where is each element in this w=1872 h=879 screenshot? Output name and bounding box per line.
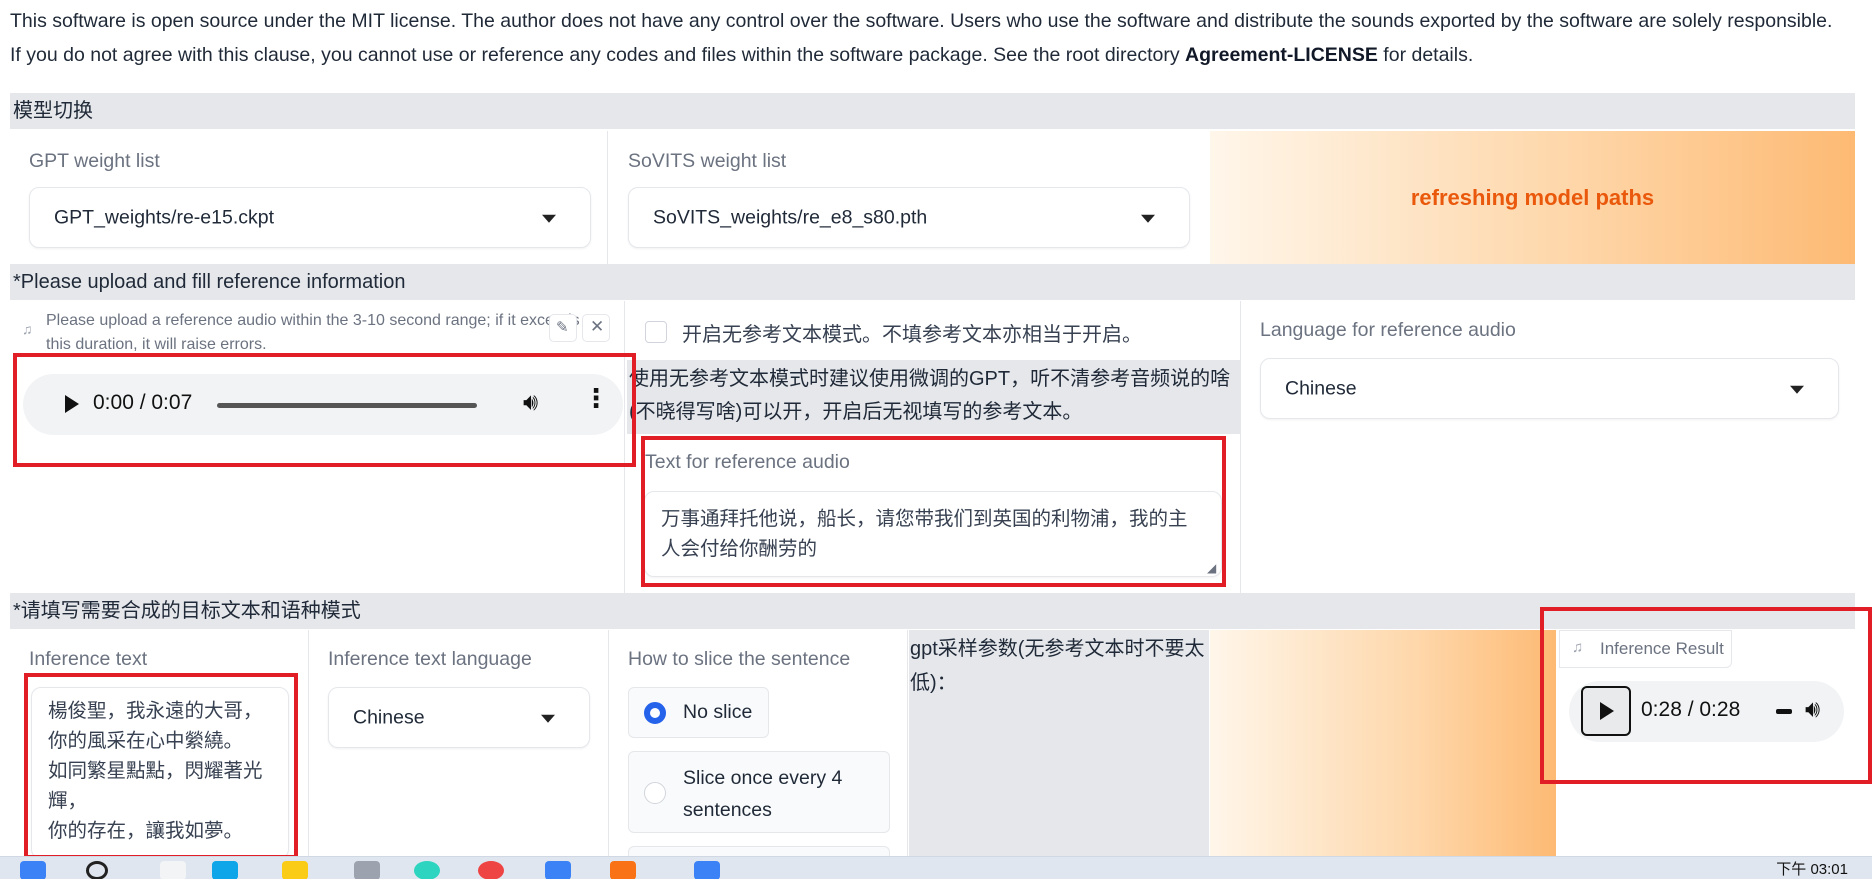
play-icon (1600, 702, 1614, 720)
reference-audio-time: 0:00 / 0:07 (93, 391, 193, 414)
inference-result-seekbar[interactable] (1776, 709, 1792, 714)
inference-lang-dropdown[interactable]: Chinese (328, 687, 590, 748)
mail-icon[interactable] (545, 861, 571, 879)
chat-icon[interactable] (414, 861, 440, 879)
windows-start-icon[interactable] (20, 861, 46, 879)
reference-section-title: *Please upload and fill reference inform… (13, 271, 406, 293)
inference-result-panel: ♫ Inference Result 0:28 / 0:28 🔊︎ (1557, 630, 1855, 856)
reference-section-header: *Please upload and fill reference inform… (10, 264, 1855, 300)
license-file-name: Agreement-LICENSE (1185, 44, 1378, 66)
pencil-icon: ✎ (556, 319, 569, 336)
license-notice: This software is open source under the M… (10, 4, 1860, 72)
radio-unselected[interactable] (644, 782, 666, 804)
vscode-icon[interactable] (694, 861, 720, 879)
target-section-header: *请填写需要合成的目标文本和语种模式 (10, 593, 1855, 629)
inference-text-panel: Inference text 楊俊聖，我永遠的大哥， 你的風采在心中縈繞。 如同… (10, 630, 309, 859)
edge-icon[interactable] (212, 861, 238, 879)
folder-icon[interactable] (282, 861, 308, 879)
inference-result-tag: ♫ Inference Result (1559, 630, 1732, 668)
reference-audio-seekbar[interactable] (217, 403, 477, 408)
ref-lang-dropdown[interactable]: Chinese (1260, 358, 1839, 419)
more-options-icon[interactable]: ⋮ (583, 385, 609, 411)
ref-text-input[interactable]: 万事通拜托他说，船长，请您带我们到英国的利物浦，我的主人会付给你酬劳的 (644, 491, 1222, 577)
search-icon[interactable] (86, 861, 108, 879)
office-icon[interactable] (610, 861, 636, 879)
reference-audio-player[interactable]: 0:00 / 0:07 🔊︎ ⋮ (23, 374, 623, 435)
sovits-weight-dropdown[interactable]: SoVITS_weights/re_e8_s80.pth (628, 187, 1190, 248)
radio-selected[interactable] (644, 702, 666, 724)
chevron-down-icon (541, 714, 555, 723)
refresh-model-paths-button[interactable]: refreshing model paths (1210, 131, 1855, 264)
slice-option-label: Slice once every 4 sentences (683, 767, 843, 821)
ref-text-label: Text for reference audio (645, 451, 850, 473)
chevron-down-icon (1790, 385, 1804, 394)
inference-lang-label: Inference text language (328, 648, 532, 670)
play-button[interactable] (1581, 686, 1631, 736)
reference-audio-panel: ♫ Please upload a reference audio within… (10, 301, 625, 593)
no-ref-panel: 开启无参考文本模式。不填参考文本亦相当于开启。 使用无参考文本模式时建议使用微调… (627, 301, 1241, 593)
volume-icon[interactable]: 🔊︎ (1805, 696, 1820, 724)
no-ref-checkbox-label: 开启无参考文本模式。不填参考文本亦相当于开启。 (682, 324, 1142, 346)
ref-lang-panel: Language for reference audio Chinese (1242, 301, 1855, 593)
slice-option-every-4[interactable]: Slice once every 4 sentences (628, 751, 890, 833)
inference-result-player[interactable]: 0:28 / 0:28 🔊︎ (1569, 681, 1844, 742)
volume-icon[interactable]: 🔊︎ (523, 389, 538, 417)
ref-lang-value: Chinese (1285, 377, 1357, 399)
slice-label: How to slice the sentence (628, 648, 851, 670)
no-ref-note: 使用无参考文本模式时建议使用微调的GPT，听不清参考音频说的啥(不晓得写啥)可以… (627, 360, 1241, 434)
gpt-weight-value: GPT_weights/re-e15.ckpt (54, 206, 275, 228)
inference-result-time: 0:28 / 0:28 (1641, 698, 1741, 721)
close-icon: ✕ (590, 317, 605, 336)
chevron-down-icon (1141, 214, 1155, 223)
edit-audio-button[interactable]: ✎ (549, 314, 577, 342)
gpt-weight-panel: GPT weight list GPT_weights/re-e15.ckpt (10, 131, 608, 264)
gpt-weight-dropdown[interactable]: GPT_weights/re-e15.ckpt (29, 187, 591, 248)
inference-text-label: Inference text (29, 648, 148, 670)
inference-button[interactable] (1210, 630, 1556, 856)
taskbar: 下午 03:01 (0, 856, 1872, 879)
inference-lang-panel: Inference text language Chinese (310, 630, 609, 856)
music-note-icon: ♫ (22, 321, 33, 337)
sovits-weight-value: SoVITS_weights/re_e8_s80.pth (653, 206, 928, 228)
gpt-params-label: gpt采样参数(无参考文本时不要太低)： (910, 638, 1205, 694)
no-ref-checkbox-row[interactable]: 开启无参考文本模式。不填参考文本亦相当于开启。 (627, 301, 1241, 360)
no-ref-checkbox[interactable] (645, 321, 667, 343)
chrome-icon[interactable] (478, 861, 504, 879)
app-icon[interactable] (354, 861, 380, 879)
taskbar-clock: 下午 03:01 (1776, 861, 1848, 878)
resize-handle-icon[interactable]: ◢ (1207, 561, 1216, 575)
chevron-down-icon (542, 214, 556, 223)
gpt-params-panel: gpt采样参数(无参考文本时不要太低)： (909, 630, 1209, 856)
play-icon[interactable] (65, 395, 79, 413)
upload-hint: Please upload a reference audio within t… (46, 312, 580, 353)
music-note-icon: ♫ (1572, 639, 1584, 656)
inference-lang-value: Chinese (353, 706, 425, 728)
license-line-1: This software is open source under the M… (10, 10, 1833, 32)
refresh-model-paths-label: refreshing model paths (1410, 184, 1655, 210)
file-icon[interactable] (160, 861, 186, 879)
inference-result-label: Inference Result (1600, 639, 1724, 658)
inference-text-input[interactable]: 楊俊聖，我永遠的大哥， 你的風采在心中縈繞。 如同繁星點點，閃耀著光輝， 你的存… (31, 687, 289, 859)
model-section-header: 模型切换 (10, 93, 1855, 129)
target-section-title: *请填写需要合成的目标文本和语种模式 (13, 600, 361, 622)
slice-panel: How to slice the sentence No slice Slice… (610, 630, 908, 866)
model-section-title: 模型切换 (13, 100, 93, 122)
clear-audio-button[interactable]: ✕ (582, 314, 610, 342)
sovits-weight-label: SoVITS weight list (628, 150, 787, 172)
slice-option-no-slice[interactable]: No slice (628, 687, 769, 738)
sovits-weight-panel: SoVITS weight list SoVITS_weights/re_e8_… (609, 131, 1209, 264)
slice-option-label: No slice (683, 701, 753, 723)
license-line-2: If you do not agree with this clause, yo… (10, 44, 1474, 66)
gpt-weight-label: GPT weight list (29, 150, 160, 172)
ref-lang-label: Language for reference audio (1260, 319, 1516, 341)
